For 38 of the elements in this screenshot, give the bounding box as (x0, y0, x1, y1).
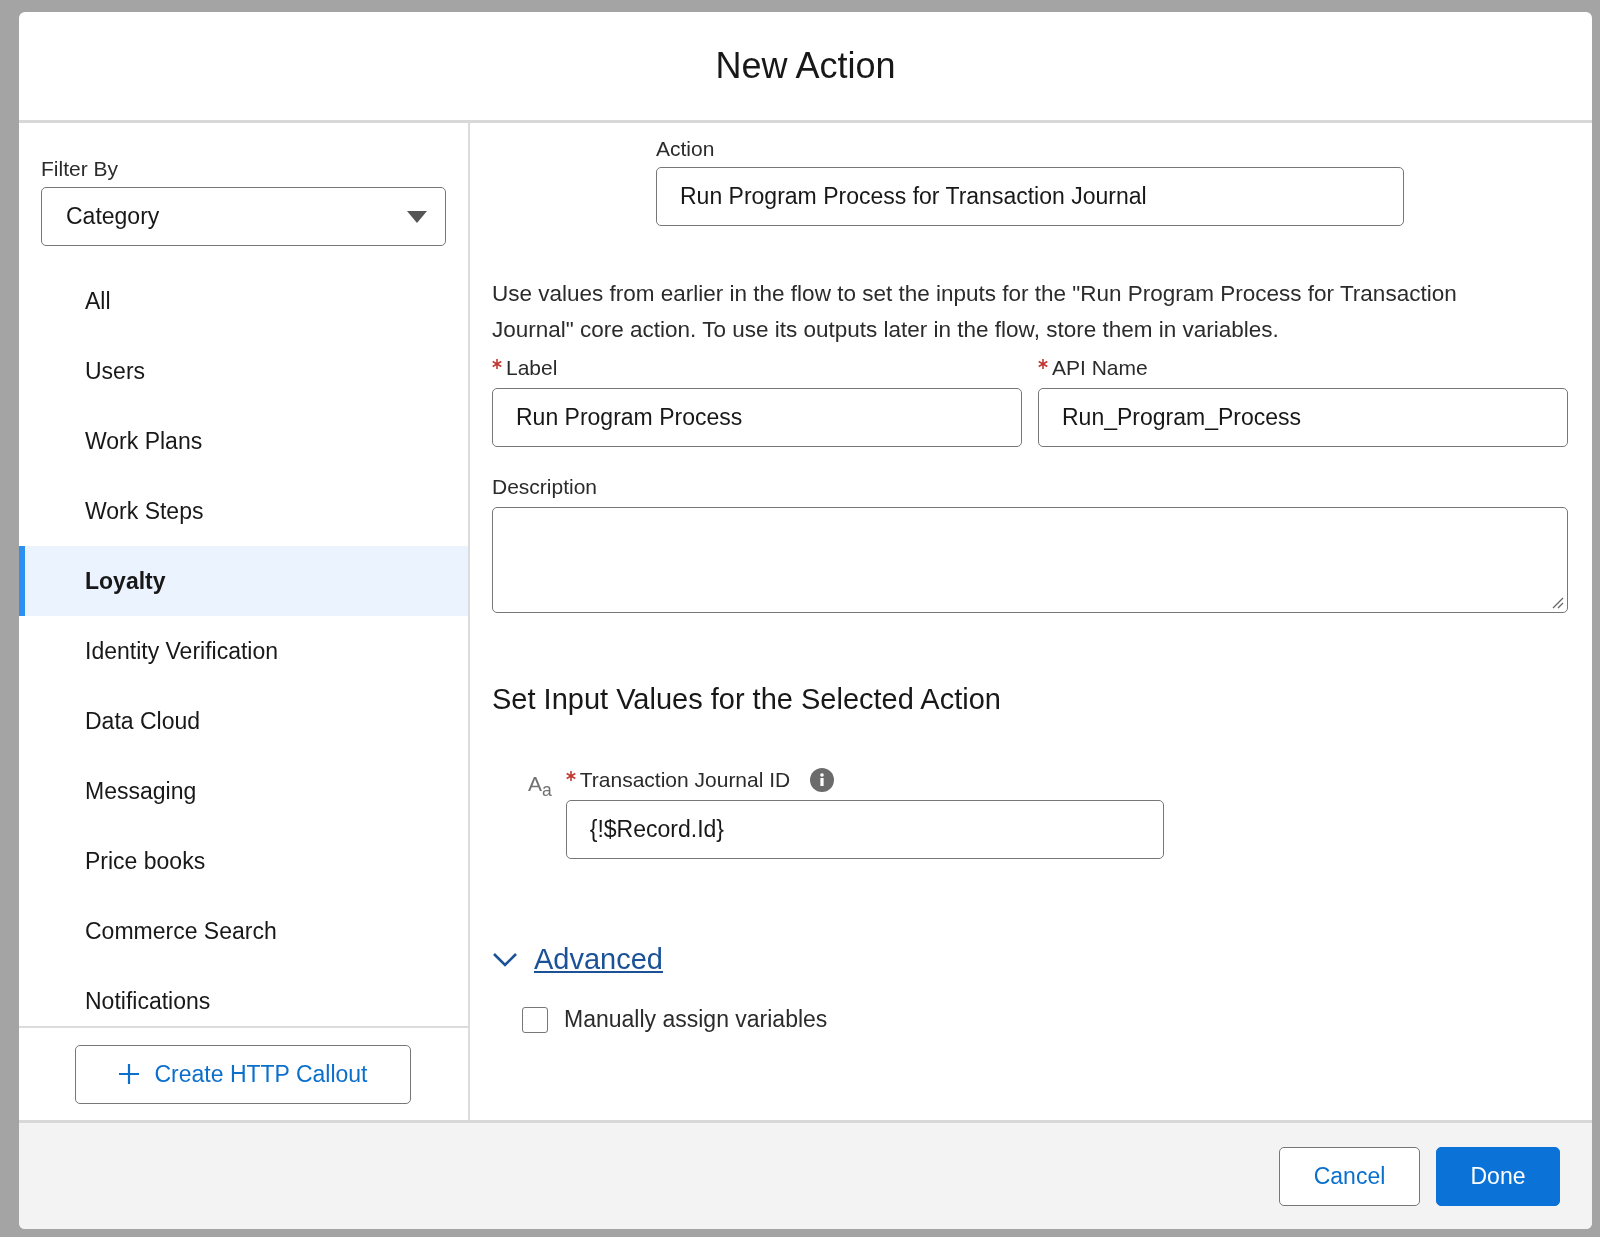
dialog-title: New Action (715, 45, 896, 87)
action-label: Action (656, 137, 716, 161)
caret-icon (407, 210, 427, 223)
category-item[interactable]: Work Steps (19, 476, 468, 546)
category-item[interactable]: Work Plans (19, 406, 468, 476)
create-callout-button[interactable]: Create HTTP Callout (75, 1044, 411, 1104)
text-field[interactable]: Run_Program_Process (1038, 388, 1568, 447)
field-label: API Name (1052, 356, 1148, 380)
chevron-icon (492, 951, 518, 968)
category-item[interactable]: Data Cloud (19, 686, 468, 756)
description-label: Description (492, 475, 599, 499)
category-item[interactable]: Messaging (19, 756, 468, 826)
category-item[interactable]: Loyalty (19, 546, 468, 616)
checkbox-label: Manually assign variables (564, 1006, 828, 1033)
category-item[interactable]: Commerce Search (19, 896, 468, 966)
cancel-button[interactable]: Cancel (1279, 1146, 1420, 1206)
category-item[interactable]: All (19, 266, 468, 336)
category-item[interactable]: Identity Verification (19, 616, 468, 686)
plus-icon (118, 1063, 141, 1085)
description-field[interactable] (492, 507, 1568, 613)
category-item[interactable]: Users (19, 336, 468, 406)
category-item[interactable]: Price books (19, 826, 468, 896)
filter-dropdown[interactable]: Category (41, 187, 446, 246)
checkbox[interactable] (522, 1006, 548, 1033)
info-icon[interactable] (810, 768, 835, 792)
action-field[interactable]: Run Program Process for Transaction Journal (656, 167, 1404, 226)
resize-grip-icon[interactable] (1550, 595, 1564, 609)
intro-text: Use values from earlier in the flow to set the inputs for the "Run Program Process for Transaction Journal" core action. To use its outputs later in the flow, store them in variables. (492, 280, 1458, 344)
value-field[interactable]: {!$Record.Id} (565, 800, 1164, 859)
section-heading: Set Input Values for the Selected Action (492, 683, 1002, 716)
done-button[interactable]: Done (1436, 1146, 1560, 1206)
field-label: Transaction Journal ID (579, 768, 791, 792)
text-type-icon: A$_{a}$ (528, 772, 552, 859)
filter-label: Filter By (41, 157, 119, 181)
text-field[interactable]: Run Program Process (492, 388, 1022, 447)
advanced-toggle[interactable]: Advanced (492, 943, 663, 976)
field-label: Label (506, 356, 558, 380)
category-item[interactable]: Notifications (19, 966, 468, 1026)
